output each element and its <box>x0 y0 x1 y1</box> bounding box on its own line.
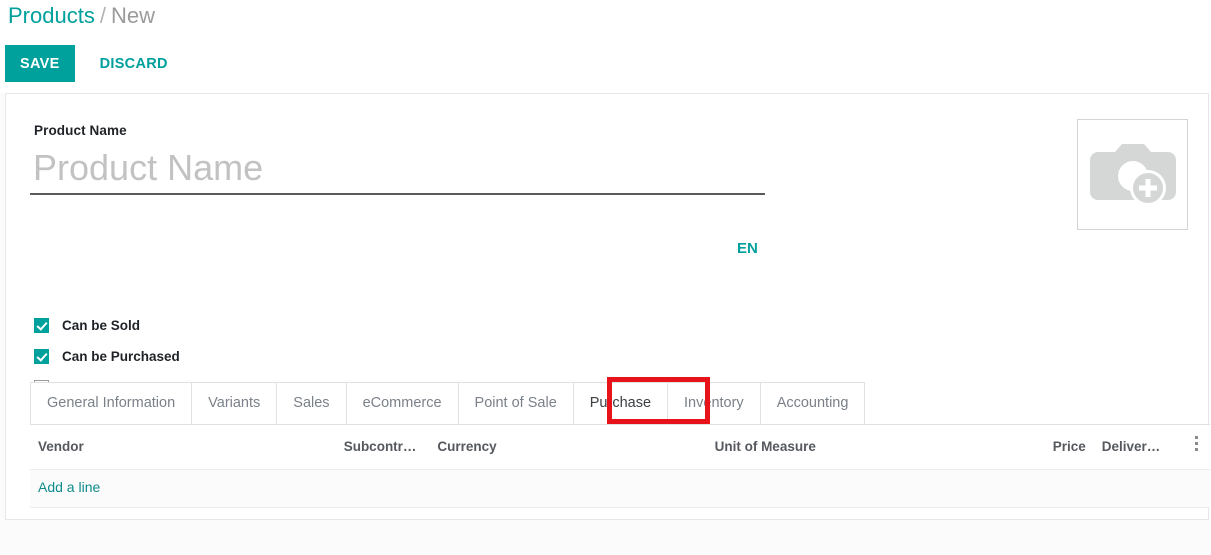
add-a-line-row[interactable]: Add a line <box>30 469 1210 508</box>
column-header-subcontractor[interactable]: Subcontr… <box>335 425 430 470</box>
checkbox-label-can-be-sold: Can be Sold <box>62 318 141 333</box>
add-a-line-link[interactable]: Add a line <box>38 479 100 495</box>
save-button[interactable]: SAVE <box>5 45 75 82</box>
product-image-upload[interactable] <box>1077 119 1188 230</box>
action-bar: SAVE DISCARD <box>5 45 182 82</box>
column-header-vendor[interactable]: Vendor <box>30 425 336 470</box>
checkbox-label-can-be-purchased: Can be Purchased <box>62 349 180 364</box>
discard-button[interactable]: DISCARD <box>86 45 182 82</box>
kebab-menu-icon[interactable] <box>1195 436 1199 454</box>
checkbox-row-can-be-purchased[interactable]: Can be Purchased <box>34 341 180 372</box>
product-name-input-wrap <box>30 145 765 195</box>
tab-point-of-sale[interactable]: Point of Sale <box>457 382 574 424</box>
checkbox-can-be-sold[interactable] <box>34 318 49 333</box>
table-header-row: Vendor Subcontr… Currency Unit of Measur… <box>30 425 1210 470</box>
tab-ecommerce[interactable]: eCommerce <box>345 382 459 424</box>
tab-purchase[interactable]: Purchase <box>572 382 669 424</box>
product-name-field-group: Product Name <box>30 123 765 195</box>
checkbox-can-be-purchased[interactable] <box>34 349 49 364</box>
form-sheet: Product Name EN Can be Sold Can be Purch… <box>5 93 1210 520</box>
add-a-line-cell: Add a line <box>30 469 1210 508</box>
page-backdrop <box>0 520 1211 555</box>
product-name-label: Product Name <box>34 123 127 138</box>
notebook-tabs: General Information Variants Sales eComm… <box>30 382 1210 425</box>
breadcrumb: Products / New <box>8 2 155 30</box>
column-header-price[interactable]: Price <box>1012 425 1094 470</box>
column-header-currency[interactable]: Currency <box>429 425 707 470</box>
tab-sales[interactable]: Sales <box>276 382 347 424</box>
language-badge[interactable]: EN <box>737 240 758 257</box>
breadcrumb-products-link[interactable]: Products <box>8 3 95 28</box>
breadcrumb-current: New <box>110 3 155 28</box>
checkbox-row-can-be-sold[interactable]: Can be Sold <box>34 310 180 341</box>
column-header-delivery-lead-time[interactable]: Deliver… <box>1093 425 1188 470</box>
tab-variants[interactable]: Variants <box>191 382 278 424</box>
product-name-input[interactable] <box>30 145 765 191</box>
breadcrumb-separator: / <box>99 3 106 28</box>
vendor-pricelist-table: Vendor Subcontr… Currency Unit of Measur… <box>30 425 1210 508</box>
column-options-cell <box>1187 425 1210 470</box>
tab-inventory[interactable]: Inventory <box>667 382 761 424</box>
column-header-unit-of-measure[interactable]: Unit of Measure <box>706 425 1013 470</box>
tab-general-information[interactable]: General Information <box>30 382 193 424</box>
tab-accounting[interactable]: Accounting <box>759 382 866 424</box>
